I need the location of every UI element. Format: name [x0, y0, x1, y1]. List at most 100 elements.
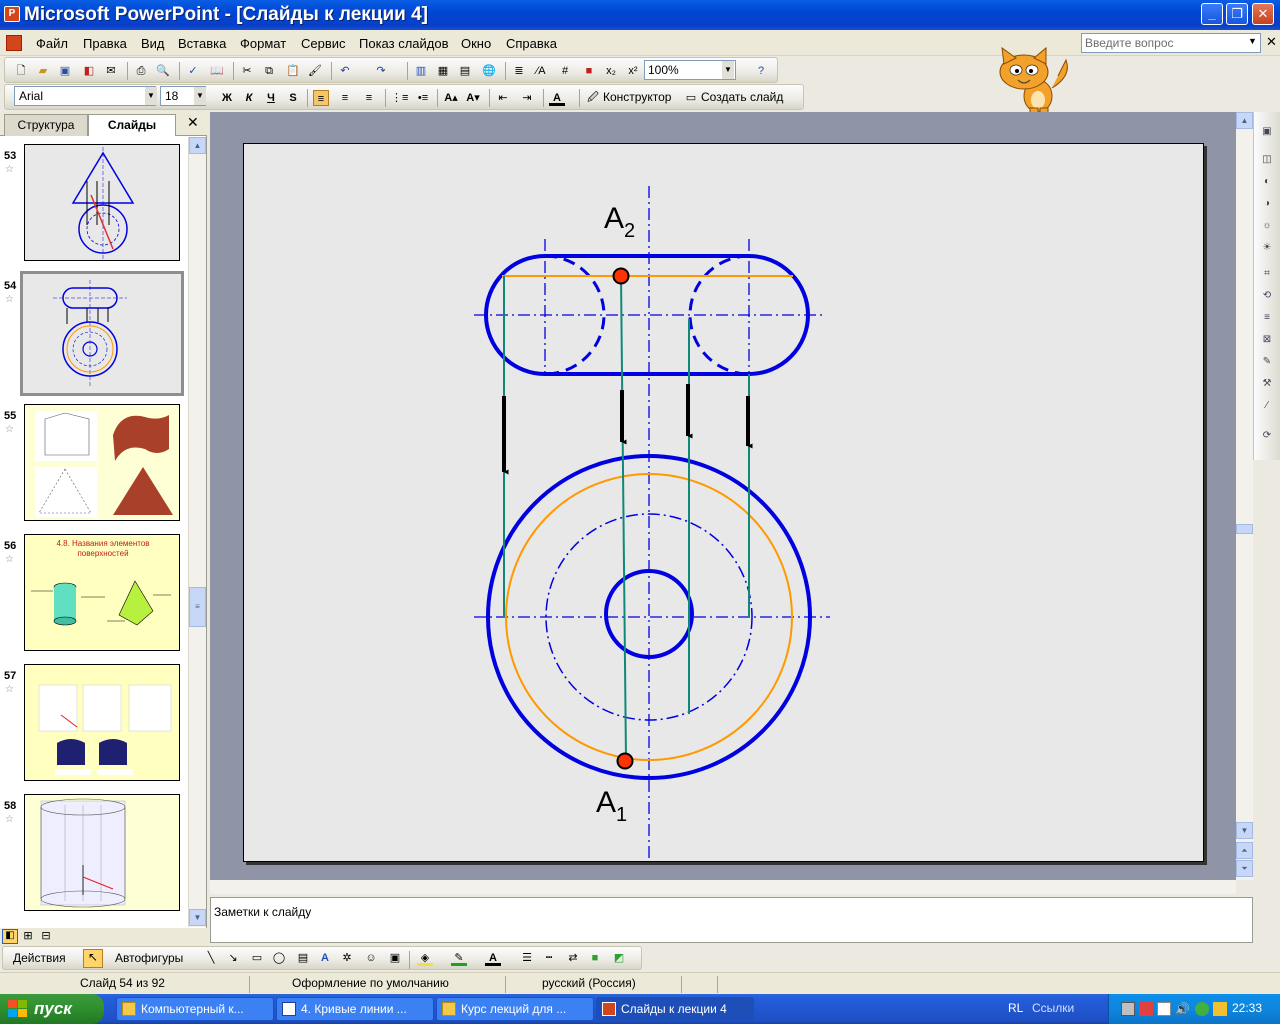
slide-canvas[interactable]: A2 A1 — [243, 143, 1204, 862]
spelling-icon[interactable]: ✓ — [185, 63, 201, 79]
task-button-1[interactable]: Компьютерный к... — [116, 997, 274, 1021]
design-name[interactable]: Оформление по умолчанию — [250, 976, 506, 993]
textbox-icon[interactable]: ▤ — [295, 950, 311, 966]
menu-file[interactable]: Файл — [36, 36, 68, 51]
contrast-icon[interactable]: ◐ — [1259, 174, 1275, 190]
menu-tools[interactable]: Сервис — [301, 36, 346, 51]
brightness-down-icon[interactable]: ☀ — [1259, 240, 1275, 256]
rotate-icon[interactable]: ⟲ — [1259, 288, 1275, 304]
thumbnails-scrollbar[interactable]: ▲ ≡ ▼ — [188, 137, 206, 927]
shadow-button[interactable]: S — [285, 90, 301, 106]
align-right-icon[interactable]: ≡ — [361, 90, 377, 106]
volume-icon[interactable]: 🔊 — [1175, 1002, 1190, 1016]
format-painter-icon[interactable]: 🖌 — [307, 63, 323, 79]
expand-all-icon[interactable]: ≣ — [511, 63, 527, 79]
dash-style-icon[interactable]: ┅ — [541, 950, 557, 966]
redo-icon[interactable]: ↷ — [373, 63, 389, 79]
subscript-icon[interactable]: x₂ — [603, 63, 619, 79]
office-assistant-cat[interactable] — [990, 46, 1076, 116]
increase-indent-icon[interactable]: ⇥ — [519, 90, 535, 106]
menu-slideshow[interactable]: Показ слайдов — [359, 36, 449, 51]
pane-close-icon[interactable]: ✕ — [187, 114, 199, 131]
maximize-button[interactable]: ❐ — [1226, 3, 1248, 25]
layout-icon[interactable]: ◫ — [1259, 152, 1275, 168]
clock[interactable]: 22:33 — [1232, 1001, 1262, 1015]
designer-icon[interactable]: 🖉 — [585, 90, 601, 106]
editor-vertical-scrollbar[interactable]: ▲ ▼ ⏶ ⏷ — [1236, 112, 1253, 880]
menu-edit[interactable]: Правка — [83, 36, 127, 51]
links-toolbar[interactable]: Ссылки — [1032, 1001, 1074, 1015]
scroll-thumb[interactable] — [1236, 524, 1253, 534]
bullets-icon[interactable]: •≡ — [415, 90, 431, 106]
cut-icon[interactable]: ✂ — [239, 63, 255, 79]
menu-view[interactable]: Вид — [141, 36, 165, 51]
decrease-indent-icon[interactable]: ⇤ — [495, 90, 511, 106]
oval-icon[interactable]: ◯ — [271, 950, 287, 966]
undo-icon[interactable]: ↶ — [337, 63, 353, 79]
grid-icon[interactable]: # — [557, 63, 573, 79]
next-slide-icon[interactable]: ⏷ — [1236, 860, 1253, 877]
align-center-icon[interactable]: ≡ — [337, 90, 353, 106]
picture-icon[interactable]: ▣ — [1259, 124, 1275, 140]
tab-outline[interactable]: Структура — [4, 114, 88, 136]
brightness-up-icon[interactable]: ☼ — [1259, 218, 1275, 234]
normal-view-icon[interactable]: ◧ — [2, 929, 18, 944]
scroll-up-icon[interactable]: ▲ — [189, 137, 206, 154]
rectangle-icon[interactable]: ▭ — [249, 950, 265, 966]
menu-format[interactable]: Формат — [240, 36, 286, 51]
line-style-icon[interactable]: ≡ — [1259, 310, 1275, 326]
menu-window[interactable]: Окно — [461, 36, 491, 51]
update-icon[interactable] — [1195, 1002, 1209, 1016]
reset-picture-icon[interactable]: ⟳ — [1259, 428, 1275, 444]
font-color-draw-icon[interactable]: A — [485, 950, 501, 966]
brightness-icon[interactable]: ◑ — [1259, 196, 1275, 212]
font-name-select[interactable]: Arial — [14, 86, 156, 106]
compress-icon[interactable]: ⊠ — [1259, 332, 1275, 348]
line-color-icon[interactable]: ✎ — [451, 950, 467, 966]
language-indicator[interactable]: RL — [1008, 1001, 1023, 1015]
italic-button[interactable]: К — [241, 90, 257, 106]
minimize-button[interactable]: _ — [1201, 3, 1223, 25]
tables-borders-icon[interactable]: ▤ — [457, 63, 473, 79]
mail-icon[interactable] — [1157, 1002, 1171, 1016]
permission-icon[interactable]: ◧ — [81, 63, 97, 79]
slide-thumb-54[interactable] — [20, 271, 184, 396]
bold-button[interactable]: Ж — [219, 90, 235, 106]
font-color-icon[interactable]: A — [549, 90, 565, 106]
superscript-icon[interactable]: x² — [625, 63, 641, 79]
scroll-down-icon[interactable]: ▼ — [189, 909, 206, 926]
slideshow-view-icon[interactable]: ⊟ — [38, 929, 54, 944]
line-icon[interactable]: ╲ — [203, 950, 219, 966]
insert-picture-icon[interactable]: ▣ — [387, 950, 403, 966]
slide-thumb-55[interactable] — [24, 404, 180, 521]
wordart-icon[interactable]: A — [317, 950, 333, 966]
select-pointer-icon[interactable]: ↖ — [83, 949, 103, 968]
arrow-style-icon[interactable]: ⇄ — [565, 950, 581, 966]
network-icon[interactable] — [1121, 1002, 1135, 1016]
new-slide-button[interactable]: Создать слайд — [701, 90, 783, 104]
paste-icon[interactable]: 📋 — [285, 63, 301, 79]
autoshapes-button[interactable]: Автофигуры — [115, 951, 183, 965]
fill-color-icon[interactable]: ◈ — [417, 950, 433, 966]
copy-icon[interactable]: ⧉ — [261, 63, 277, 79]
set-transparent-icon[interactable]: ⁄ — [1259, 398, 1275, 414]
numbering-icon[interactable]: ⋮≡ — [391, 90, 408, 106]
doc-close-icon[interactable]: ✕ — [1266, 34, 1277, 50]
new-icon[interactable]: 🗋 — [13, 63, 29, 79]
start-button[interactable]: пуск — [0, 994, 104, 1024]
slide-thumb-56[interactable]: 4.8. Названия элементов поверхностей — [24, 534, 180, 651]
editor-horizontal-scrollbar[interactable] — [210, 880, 1236, 894]
new-slide-icon[interactable]: ▭ — [683, 90, 699, 106]
formatting-icon[interactable]: ⁄A — [533, 63, 549, 79]
menu-insert[interactable]: Вставка — [178, 36, 226, 51]
hyperlink-icon[interactable]: 🌐 — [481, 63, 497, 79]
slide-thumb-57[interactable] — [24, 664, 180, 781]
print-icon[interactable]: ⎙ — [133, 63, 149, 79]
line-weight-icon[interactable]: ☰ — [519, 950, 535, 966]
slide-thumb-58[interactable] — [24, 794, 180, 911]
decrease-font-icon[interactable]: A▾ — [465, 90, 481, 106]
font-chevron-down-icon[interactable]: ▼ — [145, 87, 157, 105]
chart-icon[interactable]: ▥ — [413, 63, 429, 79]
table-icon[interactable]: ▦ — [435, 63, 451, 79]
diagram-icon[interactable]: ✲ — [339, 950, 355, 966]
